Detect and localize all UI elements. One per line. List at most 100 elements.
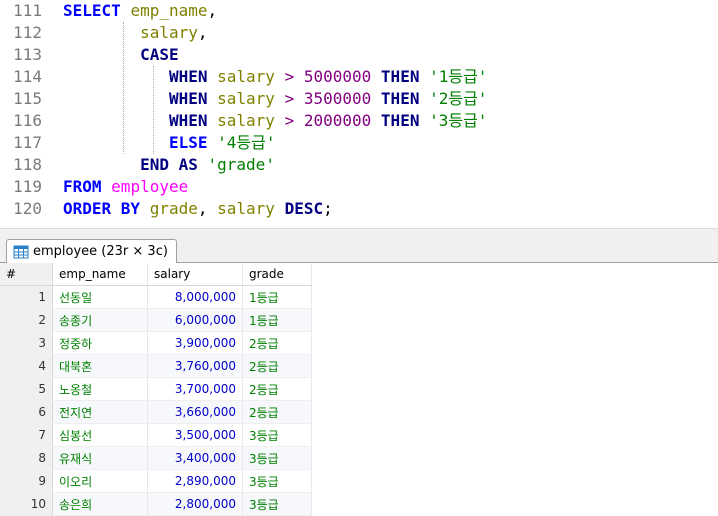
cell-grade[interactable]: 2등급 (242, 354, 312, 378)
cell-emp-name[interactable]: 대북혼 (52, 354, 148, 378)
cell-emp-name[interactable]: 송종기 (52, 308, 148, 332)
cell-emp-name[interactable]: 송은희 (52, 492, 148, 516)
cell-grade[interactable]: 3등급 (242, 423, 312, 447)
code-line[interactable]: salary, (63, 22, 718, 44)
cell-grade[interactable]: 2등급 (242, 400, 312, 424)
code-area[interactable]: SELECT emp_name, salary, CASE WHEN salar… (63, 0, 718, 220)
cell-emp-name[interactable]: 선동일 (52, 285, 148, 309)
code-token: salary (140, 23, 198, 42)
code-token: > (274, 111, 304, 130)
sql-editor[interactable]: 111 112 113 114 115 116 117 118 119 120 SELECT em… (0, 0, 718, 228)
row-number[interactable]: 9 (0, 469, 53, 493)
cell-grade[interactable]: 1등급 (242, 308, 312, 332)
row-number[interactable]: 8 (0, 446, 53, 470)
cell-emp-name[interactable]: 이오리 (52, 469, 148, 493)
cell-salary[interactable]: 2,890,000 (147, 469, 243, 493)
column-header-salary[interactable]: salary (147, 263, 243, 286)
line-number: 111 (13, 1, 42, 20)
row-number[interactable]: 4 (0, 354, 53, 378)
cell-salary[interactable]: 8,000,000 (147, 285, 243, 309)
column-header-grade[interactable]: grade (242, 263, 312, 286)
code-line[interactable]: SELECT emp_name, (63, 0, 718, 22)
row-number[interactable]: 2 (0, 308, 53, 332)
cell-grade[interactable]: 3등급 (242, 469, 312, 493)
code-token: salary (217, 199, 275, 218)
cell-salary[interactable]: 3,900,000 (147, 331, 243, 355)
cell-grade[interactable]: 3등급 (242, 446, 312, 470)
cell-emp-name[interactable]: 노옹철 (52, 377, 148, 401)
result-grid[interactable]: # emp_name salary grade 1 선동일 8,000,000 1등급… (0, 263, 718, 516)
cell-grade[interactable]: 2등급 (242, 331, 312, 355)
cell-grade[interactable]: 2등급 (242, 377, 312, 401)
table-row[interactable]: 6 전지연 3,660,000 2등급 (0, 400, 312, 424)
row-number[interactable]: 3 (0, 331, 53, 355)
cell-salary[interactable]: 3,400,000 (147, 446, 243, 470)
code-line[interactable]: ORDER BY grade, salary DESC; (63, 198, 718, 220)
result-tab[interactable]: employee (23r × 3c) (6, 239, 177, 263)
line-number: 119 (13, 177, 42, 196)
cell-emp-name[interactable]: 심봉선 (52, 423, 148, 447)
table-grid-icon (13, 244, 29, 260)
code-line[interactable]: FROM employee (63, 176, 718, 198)
cell-salary[interactable]: 3,760,000 (147, 354, 243, 378)
table-row[interactable]: 1 선동일 8,000,000 1등급 (0, 285, 312, 309)
code-token: '4등급' (217, 133, 276, 152)
column-header-rownum[interactable]: # (0, 263, 53, 286)
code-token: '2등급' (429, 89, 488, 108)
column-header-emp-name[interactable]: emp_name (52, 263, 148, 286)
table-row[interactable]: 2 송종기 6,000,000 1등급 (0, 308, 312, 332)
table-row[interactable]: 5 노옹철 3,700,000 2등급 (0, 377, 312, 401)
line-number: 118 (13, 155, 42, 174)
table-row[interactable]: 8 유재식 3,400,000 3등급 (0, 446, 312, 470)
code-line[interactable]: CASE (63, 44, 718, 66)
code-line[interactable]: ELSE '4등급' (63, 132, 718, 154)
code-token: ELSE (168, 133, 208, 152)
table-row[interactable]: 4 대북혼 3,760,000 2등급 (0, 354, 312, 378)
code-line[interactable]: END AS 'grade' (63, 154, 718, 176)
row-number[interactable]: 1 (0, 285, 53, 309)
row-number[interactable]: 5 (0, 377, 53, 401)
table-row[interactable]: 7 심봉선 3,500,000 3등급 (0, 423, 312, 447)
code-token: AS (178, 155, 198, 174)
code-line[interactable]: WHEN salary > 3500000 THEN '2등급' (63, 88, 718, 110)
cell-salary[interactable]: 3,660,000 (147, 400, 243, 424)
code-line[interactable]: WHEN salary > 5000000 THEN '1등급' (63, 66, 718, 88)
cell-salary[interactable]: 6,000,000 (147, 308, 243, 332)
code-token: 2000000 (303, 111, 372, 130)
code-token: , (207, 1, 218, 20)
code-token: grade (149, 199, 198, 218)
cell-salary[interactable]: 3,500,000 (147, 423, 243, 447)
cell-emp-name[interactable]: 전지연 (52, 400, 148, 424)
row-number[interactable]: 10 (0, 492, 53, 516)
line-number: 116 (13, 111, 42, 130)
row-number[interactable]: 7 (0, 423, 53, 447)
table-row[interactable]: 3 정중하 3,900,000 2등급 (0, 331, 312, 355)
row-number[interactable]: 6 (0, 400, 53, 424)
cell-grade[interactable]: 1등급 (242, 285, 312, 309)
cell-salary[interactable]: 2,800,000 (147, 492, 243, 516)
code-token: ; (323, 199, 333, 218)
code-token: employee (111, 177, 189, 196)
table-row[interactable]: 9 이오리 2,890,000 3등급 (0, 469, 312, 493)
cell-emp-name[interactable]: 유재식 (52, 446, 148, 470)
cell-emp-name[interactable]: 정중하 (52, 331, 148, 355)
cell-grade[interactable]: 3등급 (242, 492, 312, 516)
code-token: '1등급' (429, 67, 488, 86)
line-number: 117 (13, 133, 42, 152)
cell-salary[interactable]: 3,700,000 (147, 377, 243, 401)
line-number: 113 (13, 45, 42, 64)
code-line[interactable]: WHEN salary > 2000000 THEN '3등급' (63, 110, 718, 132)
table-row[interactable]: 10 송은희 2,800,000 3등급 (0, 492, 312, 516)
code-token: WHEN (168, 111, 208, 130)
